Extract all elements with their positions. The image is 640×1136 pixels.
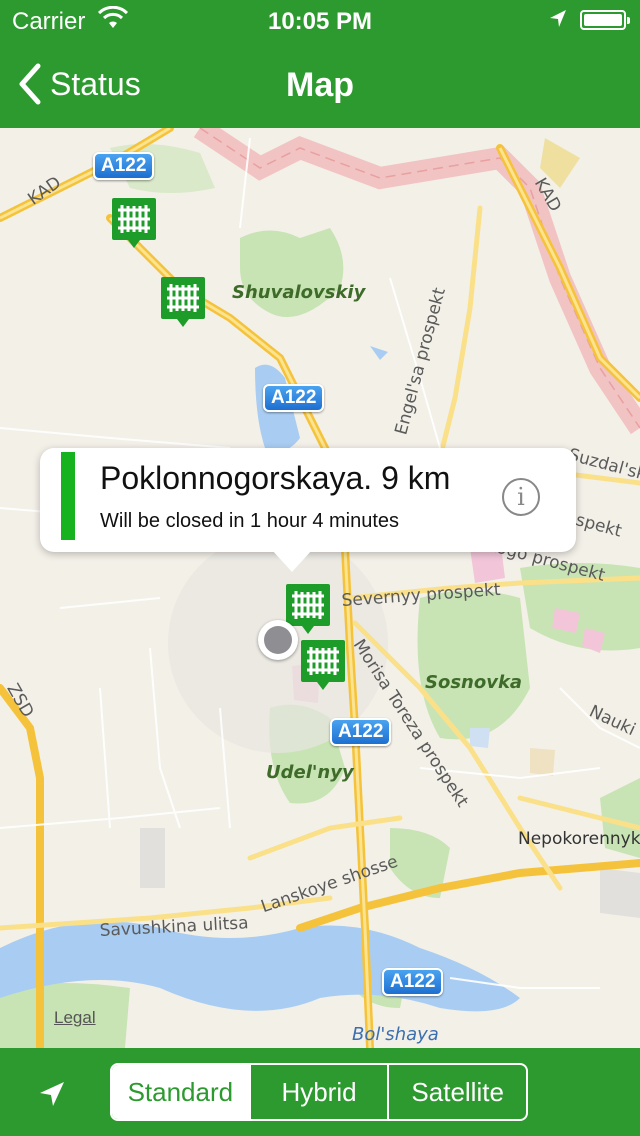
locate-me-button[interactable] — [34, 1076, 70, 1112]
station-callout[interactable]: Poklonnogorskaya. 9 km Will be closed in… — [40, 448, 576, 572]
segment-standard[interactable]: Standard — [112, 1065, 249, 1119]
info-icon[interactable]: i — [502, 478, 540, 516]
bottom-toolbar: Standard Hybrid Satellite — [0, 1048, 640, 1136]
route-shield: A122 — [330, 718, 392, 746]
segment-hybrid[interactable]: Hybrid — [248, 1065, 388, 1119]
station-status: Will be closed in 1 hour 4 minutes — [100, 510, 400, 532]
location-arrow-icon — [548, 8, 568, 37]
map-label-udelnyy: Udel'nyy — [266, 762, 355, 783]
callout-pointer — [272, 550, 312, 572]
map-label-bolshaya: Bol'shaya — [352, 1024, 439, 1045]
legal-link[interactable]: Legal — [54, 1008, 96, 1028]
location-arrow-icon — [40, 1082, 64, 1106]
map-label-sosnovka: Sosnovka — [425, 672, 522, 693]
battery-icon — [580, 10, 630, 30]
map-view[interactable]: KAD KAD Engel'sa prospekt Suzdal'sk pros… — [0, 128, 640, 1048]
clock: 10:05 PM — [267, 8, 373, 35]
status-indicator-bar — [61, 452, 75, 540]
nav-bar: Status Map — [0, 40, 640, 128]
page-title: Map — [286, 66, 354, 104]
railway-icon — [301, 640, 345, 690]
segment-satellite[interactable]: Satellite — [387, 1065, 526, 1119]
route-shield: A122 — [93, 152, 155, 180]
station-marker[interactable] — [159, 275, 207, 331]
station-marker[interactable] — [299, 638, 347, 694]
station-marker[interactable] — [110, 196, 158, 252]
map-label-nepokorennykh: Nepokorennykh — [518, 829, 640, 849]
map-label-shuvalovskiy: Shuvalovskiy — [232, 282, 367, 303]
status-bar: Carrier 10:05 PM — [0, 0, 640, 40]
railway-icon — [161, 277, 205, 327]
station-name: Poklonnogorskaya. 9 km — [100, 460, 451, 496]
route-shield: A122 — [382, 968, 444, 996]
map-type-segmented-control: Standard Hybrid Satellite — [110, 1063, 528, 1121]
user-location-dot — [258, 620, 298, 660]
railway-icon — [112, 198, 156, 248]
route-shield: A122 — [263, 384, 325, 412]
